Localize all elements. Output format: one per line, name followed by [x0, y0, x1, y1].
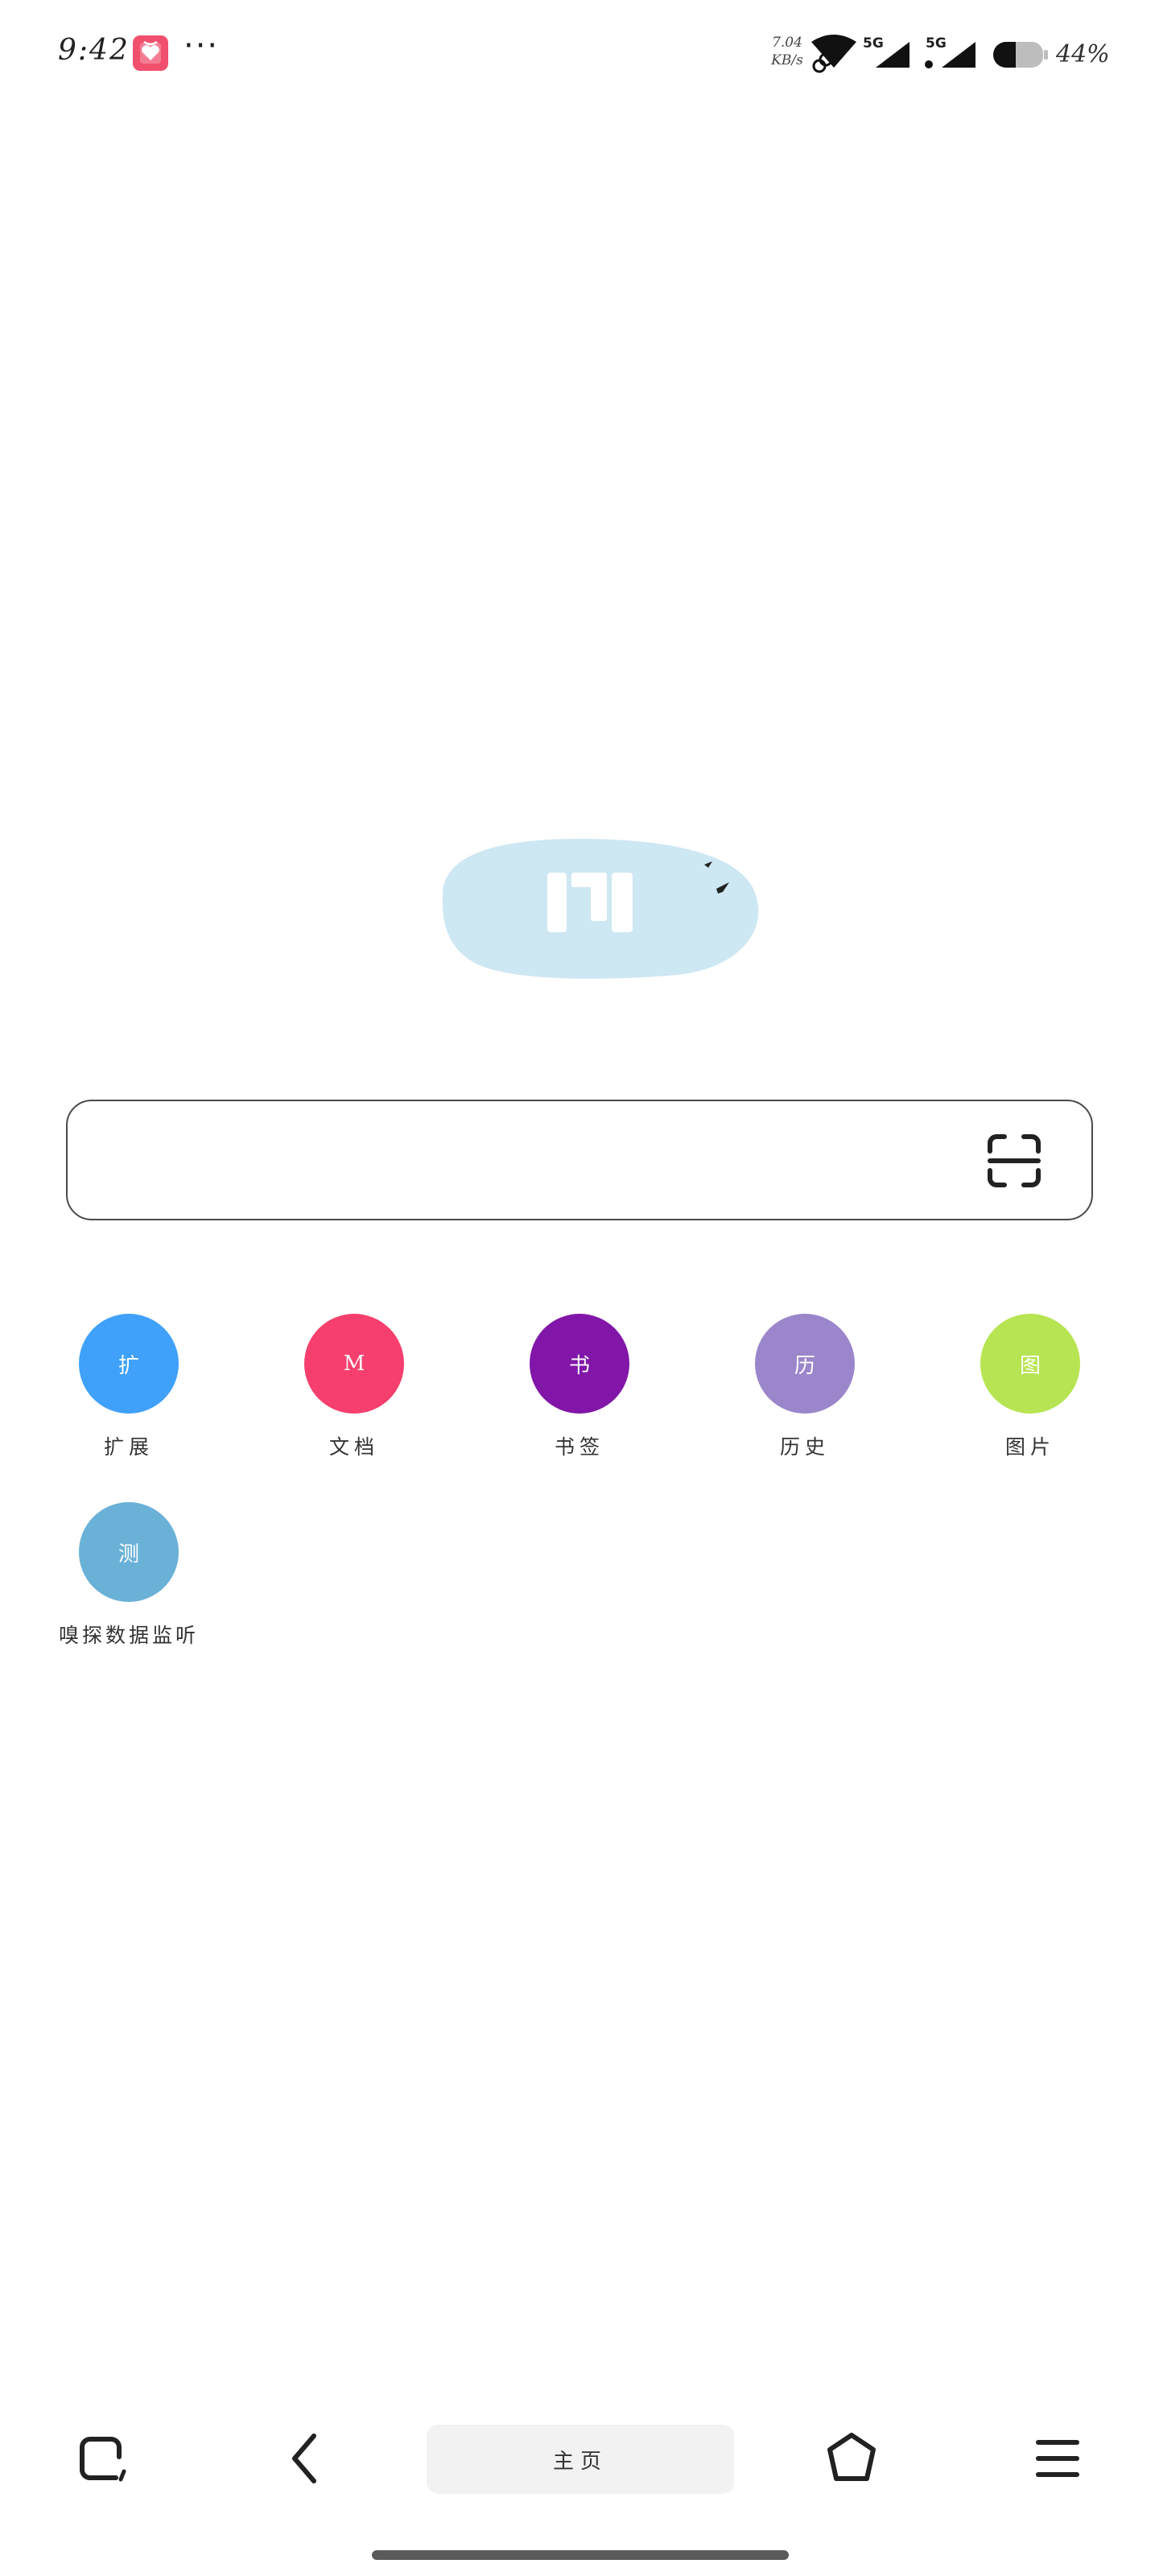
network-speed: 7.04 KB/s	[763, 34, 811, 69]
menu-button[interactable]	[1017, 2418, 1098, 2499]
bottom-toolbar: 主页	[0, 2407, 1159, 2504]
tabs-button[interactable]	[63, 2418, 143, 2499]
shortcut-label: 嗅探数据监听	[58, 1624, 199, 1647]
hamburger-menu-icon	[1036, 2440, 1079, 2477]
history-icon: 历	[755, 1314, 855, 1414]
status-time: 9:42	[58, 34, 130, 67]
battery-icon	[993, 42, 1048, 68]
shortcut-label: 扩展	[103, 1435, 154, 1459]
shortcut-bookmarks[interactable]: 书 书签	[483, 1314, 676, 1475]
hexagon-home-icon	[827, 2433, 876, 2481]
shortcut-images[interactable]: 图 图片	[934, 1314, 1127, 1475]
back-button[interactable]	[266, 2418, 346, 2499]
bookmarks-icon: 书	[530, 1314, 629, 1414]
shortcut-history[interactable]: 历 历史	[708, 1314, 901, 1475]
shortcut-label: 历史	[779, 1435, 830, 1459]
network-speed-value: 7.04	[772, 35, 802, 51]
shortcut-documents[interactable]: M 文档	[258, 1314, 451, 1475]
notification-app-icon	[133, 35, 168, 71]
images-icon: 图	[980, 1314, 1080, 1414]
shortcut-sniffer[interactable]: 测 嗅探数据监听	[32, 1502, 225, 1663]
search-bar	[66, 1100, 1093, 1220]
signal-2-icon	[925, 42, 975, 68]
scan-icon[interactable]	[985, 1132, 1043, 1190]
search-input[interactable]	[100, 1125, 940, 1196]
shortcut-extensions[interactable]: 扩 扩展	[32, 1314, 225, 1475]
browser-logo	[442, 839, 759, 979]
extensions-icon: 扩	[79, 1314, 179, 1414]
wifi-icon	[811, 35, 856, 73]
signal-1-icon	[876, 42, 909, 68]
network-speed-unit: KB/s	[771, 52, 803, 68]
shortcut-label: 文档	[328, 1435, 379, 1459]
tabs-icon	[80, 2437, 126, 2482]
shortcut-label: 图片	[1004, 1435, 1055, 1459]
battery-percent: 44%	[1056, 40, 1110, 68]
sniffer-icon: 测	[79, 1502, 179, 1602]
more-notifications-icon: ···	[184, 27, 220, 64]
shortcut-label: 书签	[554, 1435, 604, 1459]
home-indicator-bar[interactable]	[372, 2550, 789, 2560]
documents-icon: M	[304, 1314, 404, 1414]
back-chevron-icon	[292, 2434, 316, 2483]
home-button[interactable]	[811, 2418, 892, 2499]
status-bar: 9:42 ··· 7.04 KB/s 5G 5G 44%	[0, 0, 1159, 105]
homepage-button[interactable]: 主页	[427, 2425, 734, 2494]
